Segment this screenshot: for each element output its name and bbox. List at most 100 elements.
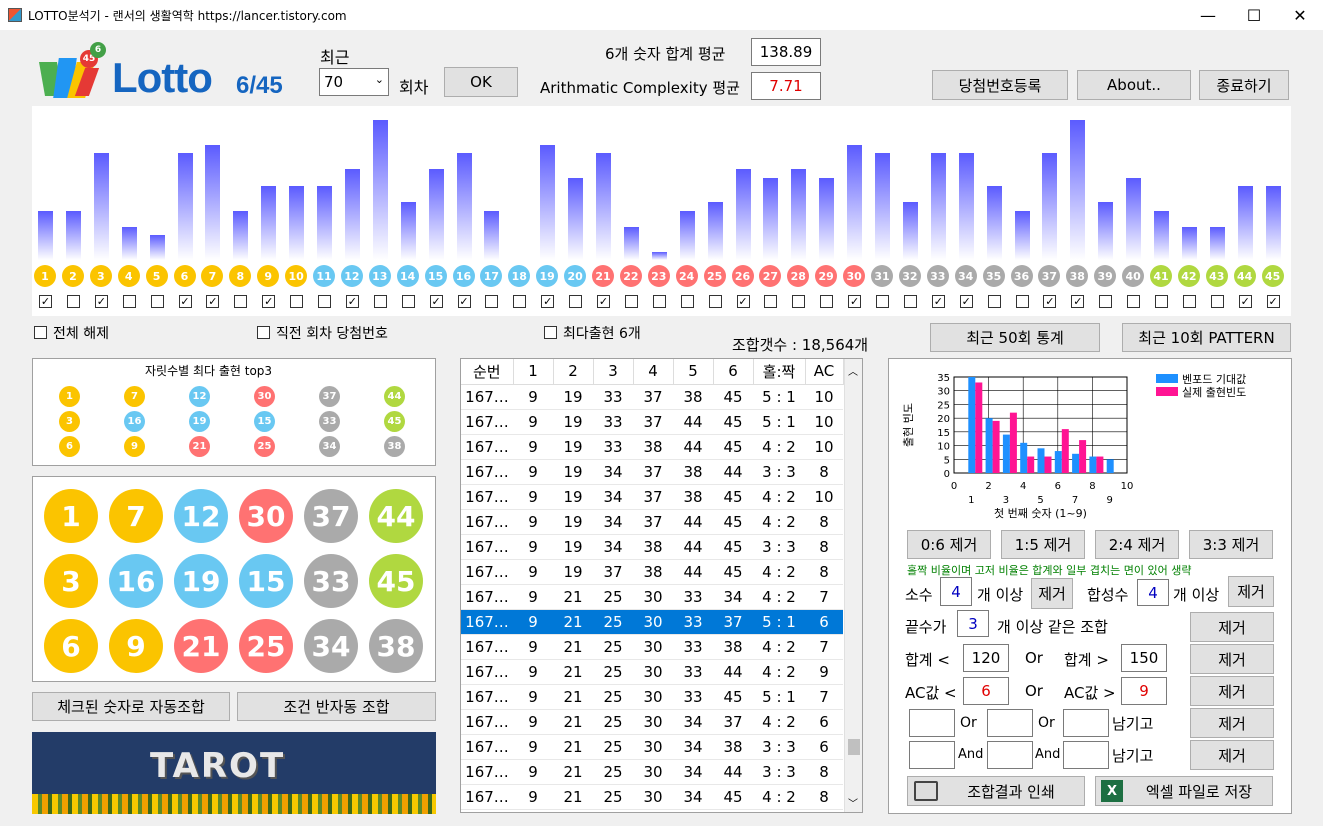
top6-checkbox[interactable] xyxy=(544,326,557,339)
or-input-3[interactable] xyxy=(1063,709,1109,737)
semi-auto-button[interactable]: 조건 반자동 조합 xyxy=(237,692,436,721)
number-checkbox-24[interactable] xyxy=(680,295,694,308)
number-checkbox-12[interactable]: ✓ xyxy=(345,295,359,308)
remove-3-3-button[interactable]: 3:3 제거 xyxy=(1189,530,1273,559)
print-button[interactable]: 조합결과 인쇄 xyxy=(907,776,1085,806)
minimize-button[interactable]: — xyxy=(1185,0,1231,30)
number-checkbox-15[interactable]: ✓ xyxy=(429,295,443,308)
number-checkbox-8[interactable] xyxy=(234,295,248,308)
ac-lt-input[interactable]: 6 xyxy=(963,677,1009,705)
number-checkbox-32[interactable] xyxy=(903,295,917,308)
number-checkbox-39[interactable] xyxy=(1099,295,1113,308)
number-checkbox-10[interactable] xyxy=(290,295,304,308)
ac-gt-input[interactable]: 9 xyxy=(1121,677,1167,705)
table-row[interactable]: 167… 9 21 25 30 33 34 4 : 27 xyxy=(461,584,843,610)
number-checkbox-33[interactable]: ✓ xyxy=(931,295,945,308)
or-input-2[interactable] xyxy=(987,709,1033,737)
number-checkbox-25[interactable] xyxy=(708,295,722,308)
number-checkbox-4[interactable] xyxy=(122,295,136,308)
column-header[interactable]: 2 xyxy=(553,359,594,385)
remove-sum-button[interactable]: 제거 xyxy=(1190,644,1274,674)
recent-select[interactable]: 70 ⌄ xyxy=(319,68,389,96)
number-checkbox-38[interactable]: ✓ xyxy=(1071,295,1085,308)
column-header[interactable]: 1 xyxy=(513,359,554,385)
number-checkbox-27[interactable] xyxy=(764,295,778,308)
ok-button[interactable]: OK xyxy=(444,67,518,97)
number-checkbox-37[interactable]: ✓ xyxy=(1043,295,1057,308)
column-header[interactable]: 홀:짝 xyxy=(753,359,806,385)
number-checkbox-28[interactable] xyxy=(792,295,806,308)
remove-composite-button[interactable]: 제거 xyxy=(1228,576,1274,607)
column-header[interactable]: AC xyxy=(805,359,844,385)
number-checkbox-6[interactable]: ✓ xyxy=(178,295,192,308)
table-row[interactable]: 167… 9 19 33 37 44 45 5 : 1 10 xyxy=(461,409,843,435)
table-row[interactable]: 167… 9 21 25 30 33 45 5 : 17 xyxy=(461,684,843,710)
number-checkbox-5[interactable] xyxy=(150,295,164,308)
sum-lt-input[interactable]: 120 xyxy=(963,644,1009,672)
number-checkbox-7[interactable]: ✓ xyxy=(206,295,220,308)
remove-2-4-button[interactable]: 2:4 제거 xyxy=(1095,530,1179,559)
number-checkbox-43[interactable] xyxy=(1210,295,1224,308)
scroll-thumb[interactable] xyxy=(848,739,860,755)
number-checkbox-1[interactable]: ✓ xyxy=(39,295,52,308)
table-row[interactable]: 167… 9 19 34 37 38 45 4 : 2 10 xyxy=(461,484,843,510)
remove-end-digit-button[interactable]: 제거 xyxy=(1190,612,1274,642)
number-checkbox-18[interactable] xyxy=(513,295,527,308)
table-row[interactable]: 167… 9 21 25 30 33 38 4 : 27 xyxy=(461,634,843,660)
number-checkbox-40[interactable] xyxy=(1127,295,1141,308)
number-checkbox-2[interactable] xyxy=(66,295,80,308)
remove-1-5-button[interactable]: 1:5 제거 xyxy=(1001,530,1085,559)
number-checkbox-41[interactable] xyxy=(1155,295,1168,308)
number-checkbox-45[interactable]: ✓ xyxy=(1266,295,1280,308)
number-checkbox-23[interactable] xyxy=(652,295,666,308)
end-digit-input[interactable]: 3 xyxy=(957,610,989,637)
table-row[interactable]: 167… 9 21 25 30 34 45 4 : 28 xyxy=(461,784,843,810)
table-row[interactable]: 167… 9 21 25 30 34 44 3 : 38 xyxy=(461,759,843,785)
remove-or-button[interactable]: 제거 xyxy=(1190,708,1274,738)
about-button[interactable]: About.. xyxy=(1077,70,1191,100)
column-header[interactable]: 5 xyxy=(673,359,714,385)
exit-button[interactable]: 종료하기 xyxy=(1199,70,1289,100)
table-row[interactable]: 167… 9 21 25 30 34 38 3 : 36 xyxy=(461,734,843,760)
column-header[interactable]: 4 xyxy=(633,359,674,385)
number-checkbox-19[interactable]: ✓ xyxy=(541,295,555,308)
number-checkbox-31[interactable] xyxy=(876,295,889,308)
number-checkbox-3[interactable]: ✓ xyxy=(94,295,108,308)
last-draw-checkbox[interactable] xyxy=(257,326,270,339)
column-header[interactable]: 순번 xyxy=(461,359,514,385)
register-button[interactable]: 당첨번호등록 xyxy=(932,70,1068,100)
number-checkbox-13[interactable] xyxy=(373,295,387,308)
column-header[interactable]: 6 xyxy=(713,359,754,385)
number-checkbox-11[interactable] xyxy=(318,295,331,308)
number-checkbox-17[interactable] xyxy=(485,295,499,308)
table-row[interactable]: 167… 9 19 34 38 44 45 3 : 38 xyxy=(461,534,843,560)
number-checkbox-16[interactable]: ✓ xyxy=(457,295,471,308)
number-checkbox-22[interactable] xyxy=(624,295,638,308)
auto-combo-button[interactable]: 체크된 숫자로 자동조합 xyxy=(32,692,230,721)
stats50-button[interactable]: 최근 50회 통계 xyxy=(930,323,1100,352)
clear-all-checkbox[interactable] xyxy=(34,326,47,339)
number-checkbox-42[interactable] xyxy=(1182,295,1196,308)
remove-prime-button[interactable]: 제거 xyxy=(1031,578,1073,609)
column-header[interactable]: 3 xyxy=(593,359,634,385)
composite-count-input[interactable]: 4 xyxy=(1137,579,1169,606)
and-input-2[interactable] xyxy=(987,741,1033,769)
table-row[interactable]: 167… 9 21 25 30 33 44 4 : 29 xyxy=(461,659,843,685)
sum-gt-input[interactable]: 150 xyxy=(1121,644,1167,672)
and-input-3[interactable] xyxy=(1063,741,1109,769)
close-button[interactable]: ✕ xyxy=(1277,0,1323,30)
number-checkbox-21[interactable]: ✓ xyxy=(597,295,610,308)
number-checkbox-30[interactable]: ✓ xyxy=(848,295,862,308)
and-input-1[interactable] xyxy=(909,741,955,769)
table-row[interactable]: 167… 9 21 25 30 33 37 5 : 16 xyxy=(461,609,843,635)
table-scrollbar[interactable]: ︿ ﹀ xyxy=(844,359,862,812)
scroll-down-icon[interactable]: ﹀ xyxy=(848,795,858,810)
number-checkbox-20[interactable] xyxy=(569,295,583,308)
remove-0-6-button[interactable]: 0:6 제거 xyxy=(907,530,991,559)
table-row[interactable]: 167… 9 19 34 37 38 44 3 : 38 xyxy=(461,459,843,485)
table-row[interactable]: 167… 9 21 25 30 34 37 4 : 26 xyxy=(461,709,843,735)
or-input-1[interactable] xyxy=(909,709,955,737)
remove-and-button[interactable]: 제거 xyxy=(1190,740,1274,770)
number-checkbox-29[interactable] xyxy=(820,295,834,308)
table-row[interactable]: 167… 9 19 34 37 44 45 4 : 28 xyxy=(461,509,843,535)
